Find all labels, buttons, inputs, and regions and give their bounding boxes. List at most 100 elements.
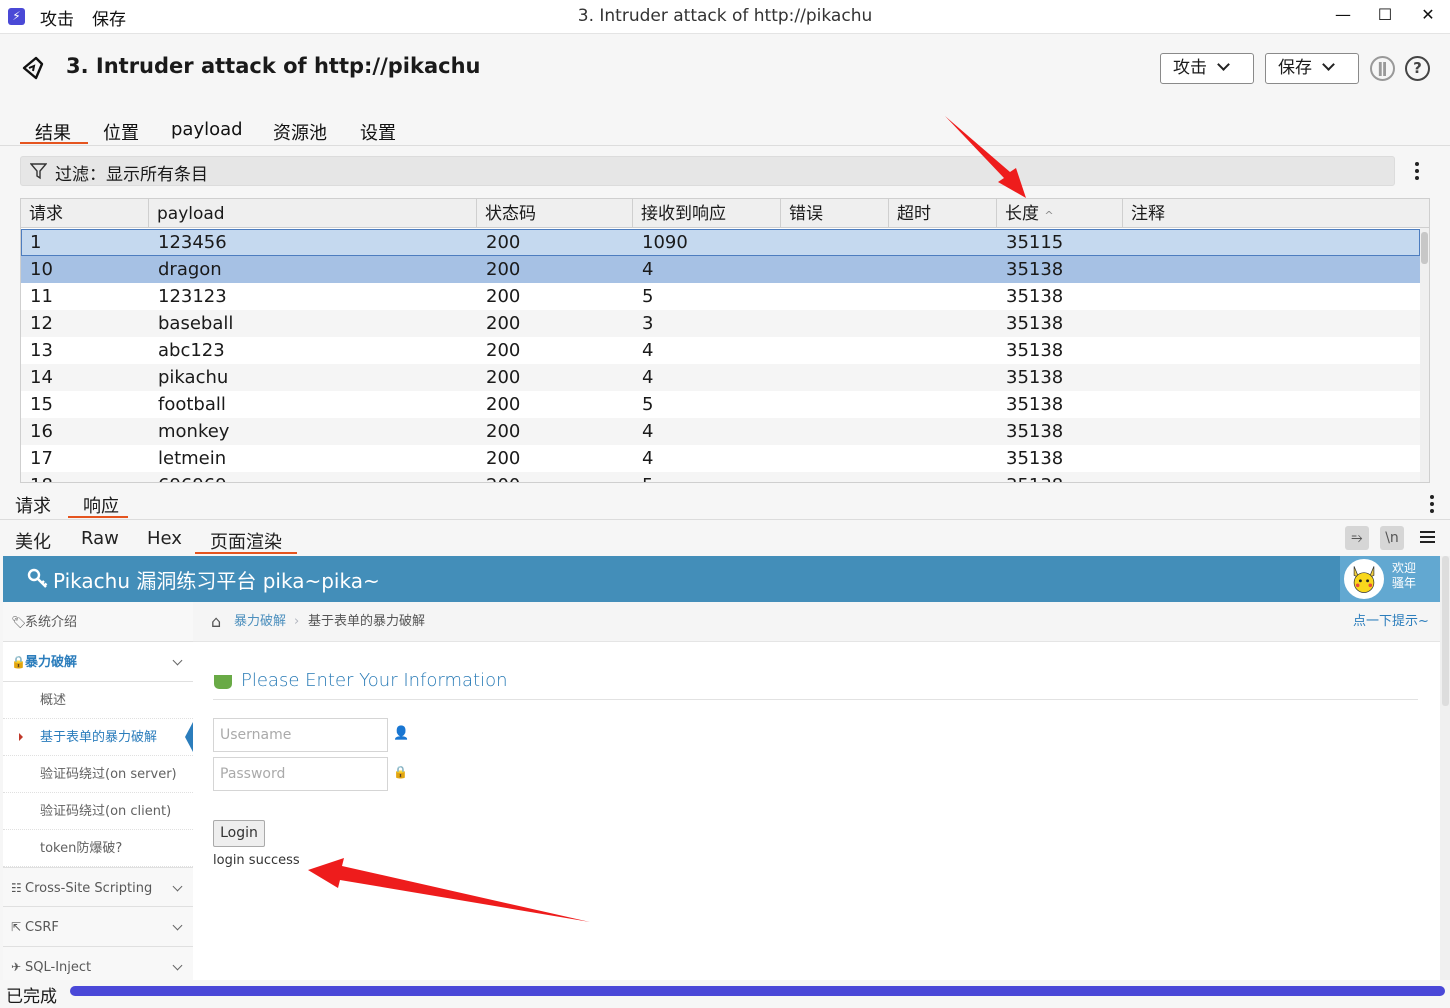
cell-length: 35138: [1006, 259, 1064, 280]
sidebar-subitem-form-brute[interactable]: 基于表单的暴力破解: [3, 719, 193, 756]
attack-header: 3. Intruder attack of http://pikachu 攻击 …: [0, 34, 1450, 146]
column-header-payload[interactable]: payload: [149, 199, 477, 228]
help-icon[interactable]: ?: [1405, 56, 1430, 81]
table-row[interactable]: 10 dragon 200 4 35138: [21, 256, 1420, 283]
hamburger-menu-icon[interactable]: [1420, 531, 1435, 533]
attack-dropdown-button[interactable]: 攻击: [1160, 53, 1254, 84]
tab-pretty[interactable]: 美化: [15, 528, 51, 554]
table-row[interactable]: 18 696969 200 5 35138: [21, 472, 1420, 482]
cell-payload: letmein: [158, 448, 227, 469]
table-header: 请求 payload 状态码 接收到响应 错误 超时 长度 ^ 注释: [21, 199, 1429, 228]
more-options-icon[interactable]: [1415, 169, 1419, 173]
breadcrumb-link[interactable]: 暴力破解: [234, 602, 286, 642]
cell-length: 35138: [1006, 340, 1064, 361]
status-text: 已完成: [6, 987, 57, 1007]
cell-status: 200: [486, 448, 521, 469]
page-scrollbar[interactable]: [1440, 556, 1450, 980]
sidebar-subitem-token[interactable]: token防爆破?: [3, 830, 193, 867]
list-icon: ☷: [11, 881, 22, 895]
pikachu-avatar: [1344, 559, 1384, 599]
column-header-response-received[interactable]: 接收到响应: [633, 199, 781, 228]
more-options-icon[interactable]: [1430, 502, 1434, 506]
column-header-comment[interactable]: 注释: [1123, 199, 1429, 228]
tab-settings[interactable]: 设置: [360, 119, 396, 145]
sidebar-subitem-captcha-client[interactable]: 验证码绕过(on client): [3, 793, 193, 830]
cell-received: 4: [642, 259, 654, 280]
cell-length: 35138: [1006, 313, 1064, 334]
column-header-timeout[interactable]: 超时: [889, 199, 997, 228]
cell-length: 35138: [1006, 286, 1064, 307]
cell-payload: monkey: [158, 421, 230, 442]
cell-request: 14: [30, 367, 53, 388]
table-row[interactable]: 15 football 200 5 35138: [21, 391, 1420, 418]
sidebar-item-sqli[interactable]: ✈ SQL-Inject: [3, 947, 193, 980]
divider: [213, 699, 1418, 700]
status-bar: 已完成: [0, 980, 1450, 1008]
newline-icon[interactable]: \n: [1380, 526, 1404, 550]
site-title[interactable]: Pikachu 漏洞练习平台 pika~pika~: [53, 565, 380, 594]
filter-bar[interactable]: 过滤：显示所有条目: [20, 156, 1395, 186]
home-icon: ⌂: [211, 612, 222, 631]
minimize-button[interactable]: —: [1328, 5, 1358, 24]
username-input[interactable]: Username: [213, 718, 388, 752]
cell-payload: baseball: [158, 313, 234, 334]
word-wrap-icon[interactable]: ⥱: [1345, 526, 1369, 550]
tab-resource-pool[interactable]: 资源池: [273, 119, 327, 145]
window-title: 3. Intruder attack of http://pikachu: [577, 6, 873, 26]
cell-received: 4: [642, 421, 654, 442]
sidebar-item-csrf[interactable]: ⇱ CSRF: [3, 907, 193, 947]
sidebar-item-brute-force[interactable]: 🔒暴力破解: [3, 642, 193, 682]
cell-request: 16: [30, 421, 53, 442]
maximize-button[interactable]: ☐: [1370, 5, 1400, 24]
sidebar-subitem-captcha-server[interactable]: 验证码绕过(on server): [3, 756, 193, 793]
tab-render[interactable]: 页面渲染: [210, 528, 282, 554]
sidebar-item-xss[interactable]: ☷ Cross-Site Scripting: [3, 867, 193, 907]
table-row[interactable]: 11 123123 200 5 35138: [21, 283, 1420, 310]
login-button[interactable]: Login: [213, 820, 265, 847]
sidebar-item-label: Cross-Site Scripting: [25, 881, 153, 896]
scroll-thumb[interactable]: [1421, 232, 1428, 264]
cell-payload: 123456: [158, 232, 227, 253]
tab-request[interactable]: 请求: [15, 492, 51, 518]
sidebar-item-label: 暴力破解: [25, 655, 78, 670]
table-row[interactable]: 12 baseball 200 3 35138: [21, 310, 1420, 337]
login-message: login success: [213, 853, 300, 868]
tab-payload[interactable]: payload: [171, 119, 243, 140]
tab-raw[interactable]: Raw: [81, 528, 119, 549]
table-row[interactable]: 16 monkey 200 4 35138: [21, 418, 1420, 445]
table-row[interactable]: 1 123456 200 1090 35115: [21, 229, 1420, 256]
password-input[interactable]: Password: [213, 757, 388, 791]
breadcrumb-separator: ›: [294, 614, 300, 629]
plane-icon: ✈: [11, 960, 22, 974]
tab-hex[interactable]: Hex: [147, 528, 182, 549]
column-header-error[interactable]: 错误: [781, 199, 889, 228]
pause-icon[interactable]: ǁ: [1370, 56, 1395, 81]
hint-link[interactable]: 点一下提示~: [1353, 602, 1429, 642]
cell-request: 11: [30, 286, 53, 307]
save-dropdown-button[interactable]: 保存: [1265, 53, 1359, 84]
coffee-icon: [214, 675, 232, 689]
key-icon: [27, 568, 48, 588]
filter-icon: [30, 163, 47, 180]
site-sidebar: 🏷系统介绍 🔒暴力破解 概述 基于表单的暴力破解 验证码绕过(on server…: [3, 602, 193, 980]
table-row[interactable]: 17 letmein 200 4 35138: [21, 445, 1420, 472]
close-button[interactable]: ✕: [1413, 5, 1443, 24]
table-row[interactable]: 13 abc123 200 4 35138: [21, 337, 1420, 364]
cell-length: 35138: [997, 472, 1063, 482]
tab-response[interactable]: 响应: [83, 492, 119, 518]
table-row[interactable]: 14 pikachu 200 4 35138: [21, 364, 1420, 391]
scroll-thumb[interactable]: [1442, 556, 1449, 706]
column-header-request[interactable]: 请求: [21, 199, 149, 228]
user-menu[interactable]: 欢迎 骚年: [1340, 556, 1440, 602]
chevron-down-icon: [172, 920, 183, 931]
cell-payload: abc123: [158, 340, 225, 361]
sidebar-item-intro[interactable]: 🏷系统介绍: [3, 602, 193, 642]
tab-positions[interactable]: 位置: [103, 119, 139, 145]
progress-fill: [70, 986, 1445, 996]
column-header-status[interactable]: 状态码: [477, 199, 633, 228]
table-scrollbar[interactable]: [1420, 228, 1429, 482]
cell-payload: 123123: [158, 286, 227, 307]
sidebar-subitem-overview[interactable]: 概述: [3, 682, 193, 719]
filter-text: 过滤：显示所有条目: [55, 165, 208, 185]
column-header-length[interactable]: 长度 ^: [997, 199, 1123, 228]
